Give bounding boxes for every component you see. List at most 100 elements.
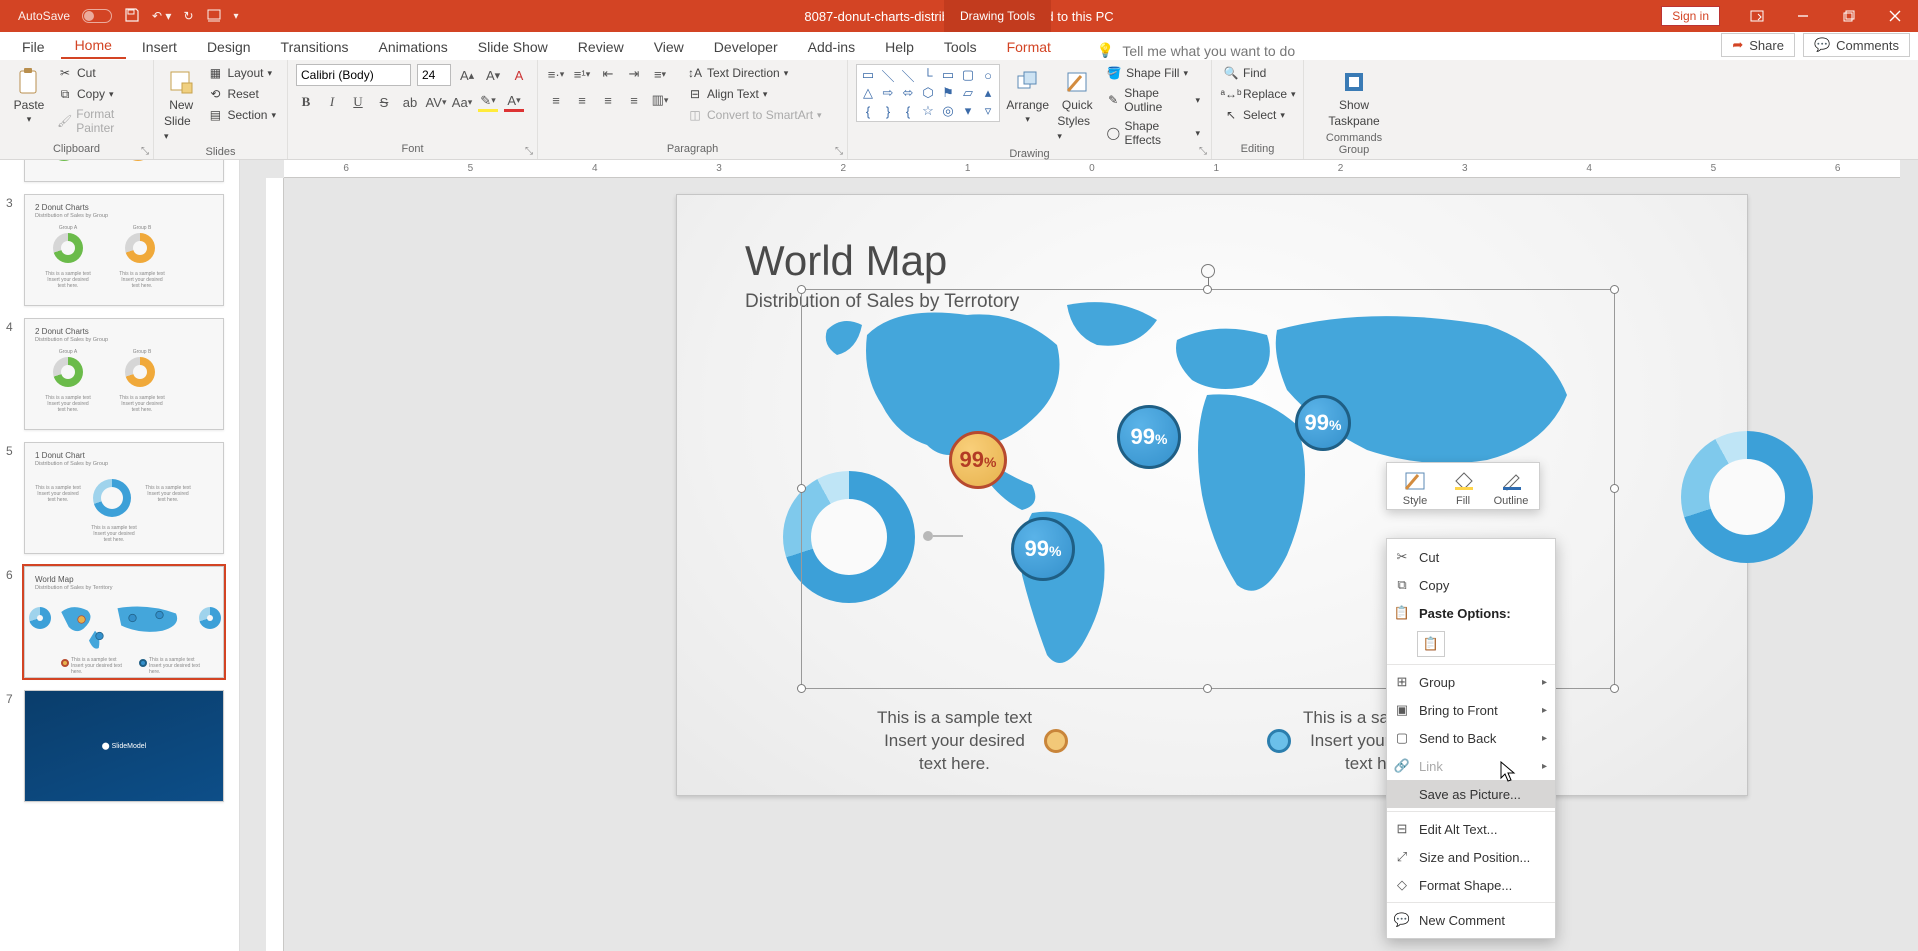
ctx-cut[interactable]: ✂Cut (1387, 543, 1555, 571)
shadow-icon[interactable]: ab (400, 92, 420, 112)
close-icon[interactable] (1872, 0, 1918, 32)
ribbon-display-options-icon[interactable] (1734, 0, 1780, 32)
resize-handle[interactable] (1203, 684, 1212, 693)
ctx-copy[interactable]: ⧉Copy (1387, 571, 1555, 599)
ctx-group[interactable]: ⊞Group▸ (1387, 668, 1555, 696)
thumb-5[interactable]: 5 1 Donut Chart Distribution of Sales by… (6, 442, 233, 554)
bubble-north-america[interactable]: 99% (949, 431, 1007, 489)
bold-icon[interactable]: B (296, 92, 316, 112)
select-button[interactable]: ↖Select▾ (1220, 106, 1295, 124)
quick-styles-button[interactable]: Quick Styles ▾ (1055, 64, 1099, 146)
shape-line-icon[interactable]: ＼ (899, 67, 917, 83)
mini-style-button[interactable]: Style (1395, 469, 1435, 507)
shape-outline-button[interactable]: ✎Shape Outline▾ (1103, 85, 1203, 115)
ctx-send-to-back[interactable]: ▢Send to Back▸ (1387, 724, 1555, 752)
shape-arrow-icon[interactable]: ⇨ (879, 85, 897, 101)
shape-effects-button[interactable]: ◯Shape Effects▾ (1103, 118, 1203, 148)
thumb-6[interactable]: 6 World Map Distribution of Sales by Ter… (6, 566, 233, 678)
align-left-icon[interactable]: ≡ (546, 90, 566, 110)
tab-view[interactable]: View (640, 34, 698, 59)
tab-review[interactable]: Review (564, 34, 638, 59)
shape-oval-icon[interactable]: ○ (979, 67, 997, 83)
start-from-beginning-icon[interactable] (206, 7, 222, 26)
resize-handle[interactable] (1610, 285, 1619, 294)
replace-button[interactable]: ᵃ↔ᵇReplace▾ (1220, 85, 1295, 103)
dialog-launcher-icon[interactable]: ⤡ (835, 146, 843, 157)
tab-home[interactable]: Home (61, 32, 126, 59)
shape-textbox-icon[interactable]: ▭ (859, 67, 877, 83)
mini-fill-button[interactable]: Fill (1443, 469, 1483, 507)
dialog-launcher-icon[interactable]: ⤡ (525, 146, 533, 157)
tab-design[interactable]: Design (193, 34, 265, 59)
shape-hex-icon[interactable]: ⬡ (919, 85, 937, 101)
find-button[interactable]: 🔍Find (1220, 64, 1295, 82)
paste-keep-source-button[interactable]: 📋 (1417, 631, 1445, 657)
bubble-south-america[interactable]: 99% (1011, 517, 1075, 581)
maximize-icon[interactable] (1826, 0, 1872, 32)
shape-flag-icon[interactable]: ⚑ (939, 85, 957, 101)
ctx-size-position[interactable]: ⤢Size and Position... (1387, 843, 1555, 871)
customize-qat-icon[interactable]: ▾ (234, 11, 239, 22)
ctx-bring-to-front[interactable]: ▣Bring to Front▸ (1387, 696, 1555, 724)
redo-icon[interactable]: ↻ (183, 9, 193, 23)
tab-file[interactable]: File (8, 34, 59, 59)
autosave-toggle[interactable] (82, 9, 112, 23)
line-spacing-icon[interactable]: ≡▾ (650, 64, 670, 84)
cut-button[interactable]: ✂Cut (54, 64, 145, 82)
dialog-launcher-icon[interactable]: ⤡ (141, 146, 149, 157)
section-button[interactable]: ▤Section▾ (204, 106, 279, 124)
mini-outline-button[interactable]: Outline (1491, 469, 1531, 507)
numbering-icon[interactable]: ≡¹▾ (572, 64, 592, 84)
shape-doc-icon[interactable]: ▱ (959, 85, 977, 101)
minimize-icon[interactable] (1780, 0, 1826, 32)
align-text-button[interactable]: ⊟Align Text▾ (684, 85, 825, 103)
highlight-icon[interactable]: ✎▾ (478, 92, 498, 112)
clear-formatting-icon[interactable]: A (509, 65, 529, 85)
thumb-3[interactable]: 3 2 Donut Charts Distribution of Sales b… (6, 194, 233, 306)
ctx-new-comment[interactable]: 💬New Comment (1387, 906, 1555, 934)
format-painter-button[interactable]: 🖌Format Painter (54, 106, 145, 136)
layout-button[interactable]: ▦Layout▾ (204, 64, 279, 82)
copy-button[interactable]: ⧉Copy▾ (54, 85, 145, 103)
donut-right[interactable] (1681, 431, 1813, 563)
shape-brace-icon[interactable]: } (879, 103, 897, 119)
tell-me-search[interactable]: 💡 Tell me what you want to do (1097, 42, 1295, 59)
resize-handle[interactable] (797, 684, 806, 693)
resize-handle[interactable] (1610, 684, 1619, 693)
shape-star-icon[interactable]: ☆ (919, 103, 937, 119)
resize-handle[interactable] (1610, 484, 1619, 493)
shape-line-icon[interactable]: ＼ (879, 67, 897, 83)
slide-edit-area[interactable]: 6543210123456 World Map Distribution of … (240, 160, 1918, 951)
tab-format[interactable]: Format (993, 34, 1065, 59)
thumb-7[interactable]: 7 ⬤ SlideModel (6, 690, 233, 802)
paste-button[interactable]: Paste ▾ (8, 64, 50, 129)
thumb-4[interactable]: 4 2 Donut Charts Distribution of Sales b… (6, 318, 233, 430)
font-size-input[interactable] (417, 64, 451, 86)
slide-title[interactable]: World Map (745, 237, 947, 285)
tab-addins[interactable]: Add-ins (794, 34, 869, 59)
bullets-icon[interactable]: ≡·▾ (546, 64, 566, 84)
tab-help[interactable]: Help (871, 34, 928, 59)
resize-handle[interactable] (797, 484, 806, 493)
comments-button[interactable]: 💬Comments (1803, 33, 1910, 57)
show-taskpane-button[interactable]: Show Taskpane (1319, 64, 1389, 132)
shape-arrow-icon[interactable]: ⬄ (899, 85, 917, 101)
shape-triangle-icon[interactable]: △ (859, 85, 877, 101)
change-case-icon[interactable]: Aa▾ (452, 92, 472, 112)
strikethrough-icon[interactable]: S (374, 92, 394, 112)
slide-canvas[interactable]: World Map Distribution of Sales by Terro… (676, 194, 1748, 796)
save-icon[interactable] (124, 7, 140, 26)
ctx-save-as-picture[interactable]: Save as Picture... (1387, 780, 1555, 808)
ctx-edit-alt-text[interactable]: ⊟Edit Alt Text... (1387, 815, 1555, 843)
shape-roundrect-icon[interactable]: ▢ (959, 67, 977, 83)
bubble-asia[interactable]: 99% (1295, 395, 1351, 451)
slide-thumbnails-pane[interactable]: 3 2 Donut Charts Distribution of Sales b… (0, 160, 240, 951)
resize-handle[interactable] (1203, 285, 1212, 294)
justify-icon[interactable]: ≡ (624, 90, 644, 110)
sign-in-button[interactable]: Sign in (1661, 6, 1720, 26)
gallery-scroll-up-icon[interactable]: ▴ (979, 85, 997, 101)
shape-rect-icon[interactable]: ▭ (939, 67, 957, 83)
bubble-europe[interactable]: 99% (1117, 405, 1181, 469)
shapes-gallery[interactable]: ▭＼＼└▭▢○ △⇨⬄⬡⚑▱▴ {}{☆◎▾▿ (856, 64, 1000, 122)
columns-icon[interactable]: ▥▾ (650, 90, 670, 110)
